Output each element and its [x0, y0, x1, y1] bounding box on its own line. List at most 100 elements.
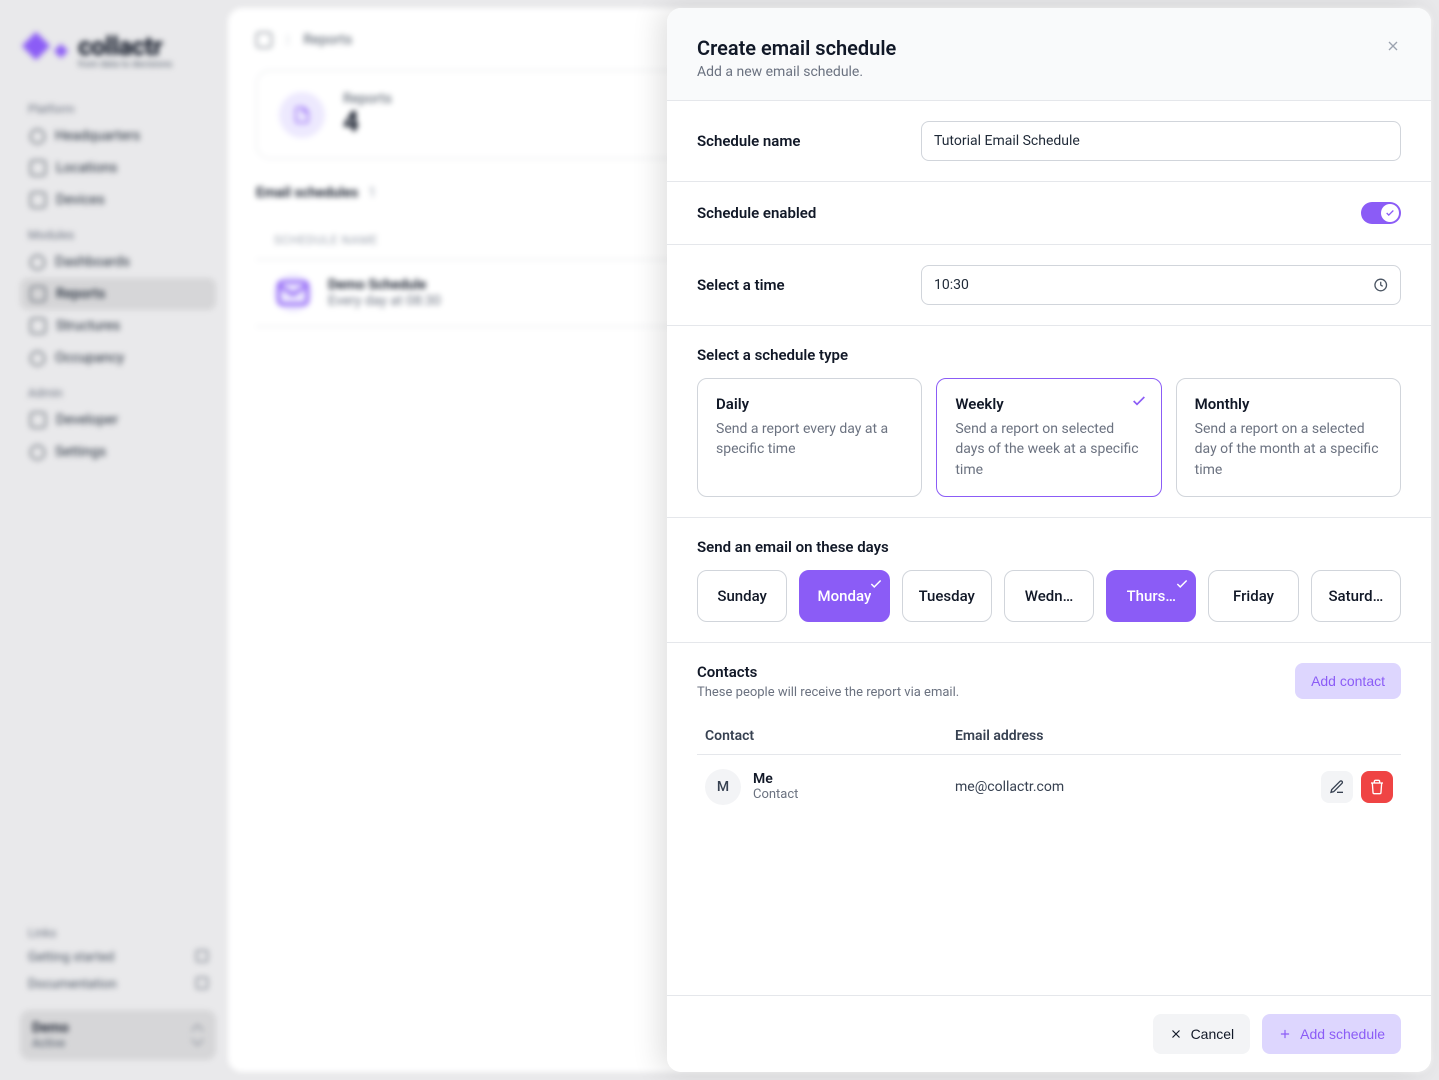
close-icon — [1385, 38, 1401, 54]
edit-contact-button[interactable] — [1321, 771, 1353, 803]
type-title-weekly: Weekly — [955, 395, 1142, 413]
chevron-updown-icon — [190, 1026, 204, 1044]
sidebar-label-links: Links — [20, 914, 216, 944]
modal-body: Schedule name Schedule enabled Select a … — [667, 101, 1431, 995]
type-card-weekly[interactable]: Weekly Send a report on selected days of… — [936, 378, 1161, 497]
input-time[interactable] — [934, 277, 1373, 293]
day-chip-wednesday[interactable]: Wedn… — [1004, 570, 1094, 622]
structures-icon — [30, 318, 46, 334]
day-chip-tuesday[interactable]: Tuesday — [902, 570, 992, 622]
section-days: Send an email on these days Sunday Monda… — [667, 518, 1431, 643]
section-schedule-name: Schedule name — [667, 101, 1431, 182]
modal-header: Create email schedule Add a new email sc… — [667, 8, 1431, 101]
cancel-button[interactable]: Cancel — [1153, 1014, 1251, 1054]
day-chip-saturday[interactable]: Saturd… — [1311, 570, 1401, 622]
contact-role: Contact — [753, 787, 798, 802]
check-icon — [1385, 208, 1395, 218]
dashboard-icon — [30, 255, 45, 270]
sidebar-item-locations[interactable]: Locations — [20, 152, 216, 184]
edit-icon — [1329, 779, 1345, 795]
org-status: Active — [32, 1036, 69, 1050]
contacts-table: Contact Email address M Me Contact me@co… — [697, 718, 1401, 819]
contact-email: me@collactr.com — [955, 779, 1303, 795]
day-chip-sunday[interactable]: Sunday — [697, 570, 787, 622]
sidebar-label-admin: Admin — [20, 374, 216, 404]
add-contact-button[interactable]: Add contact — [1295, 663, 1401, 699]
trash-icon — [1369, 779, 1385, 795]
external-link-icon — [196, 977, 208, 989]
code-icon — [30, 412, 46, 428]
modal-footer: Cancel Add schedule — [667, 995, 1431, 1072]
sidebar-item-structures[interactable]: Structures — [20, 310, 216, 342]
mail-icon — [274, 274, 312, 312]
close-icon — [1169, 1027, 1183, 1041]
type-desc-daily: Send a report every day at a specific ti… — [716, 419, 903, 460]
sidebar-link-documentation[interactable]: Documentation — [20, 971, 216, 998]
sidebar: collactr from data to decisions Platform… — [8, 8, 228, 1072]
gear-icon — [30, 445, 45, 460]
check-icon — [1175, 577, 1189, 595]
sidebar-item-devices[interactable]: Devices — [20, 184, 216, 216]
col-email: Email address — [955, 728, 1303, 744]
label-schedule-type: Select a schedule type — [697, 346, 1401, 364]
sidebar-item-developer[interactable]: Developer — [20, 404, 216, 436]
sidebar-toggle-icon[interactable] — [256, 32, 272, 48]
day-chip-friday[interactable]: Friday — [1208, 570, 1298, 622]
toggle-knob — [1381, 204, 1399, 222]
check-icon — [1131, 393, 1147, 413]
reports-icon — [30, 286, 46, 302]
stat-label: Reports — [343, 91, 392, 107]
sidebar-item-headquarters[interactable]: Headquarters — [20, 120, 216, 152]
avatar: M — [705, 769, 741, 805]
breadcrumb-current: Reports — [303, 32, 352, 48]
check-icon — [869, 577, 883, 595]
sidebar-label-platform: Platform — [20, 90, 216, 120]
day-chip-thursday[interactable]: Thurs… — [1106, 570, 1196, 622]
contact-row: M Me Contact me@collactr.com — [697, 755, 1401, 819]
create-schedule-modal: Create email schedule Add a new email sc… — [667, 8, 1431, 1072]
input-time-wrapper[interactable] — [921, 265, 1401, 305]
home-icon — [30, 129, 45, 144]
org-switcher[interactable]: Demo Active — [20, 1010, 216, 1060]
section-schedule-type: Select a schedule type Daily Send a repo… — [667, 326, 1431, 518]
stat-card-reports: Reports 4 — [256, 70, 736, 159]
contacts-table-head: Contact Email address — [697, 718, 1401, 755]
type-title-daily: Daily — [716, 395, 903, 413]
label-schedule-enabled: Schedule enabled — [697, 204, 816, 222]
org-name: Demo — [32, 1020, 69, 1036]
label-select-time: Select a time — [697, 276, 785, 294]
type-card-daily[interactable]: Daily Send a report every day at a speci… — [697, 378, 922, 497]
label-days: Send an email on these days — [697, 538, 1401, 556]
brand-mark-icon — [26, 30, 68, 72]
external-link-icon — [196, 950, 208, 962]
label-contacts: Contacts — [697, 663, 959, 681]
close-button[interactable] — [1379, 32, 1407, 60]
section-contacts: Contacts These people will receive the r… — [667, 643, 1431, 839]
occupancy-icon — [30, 351, 45, 366]
col-contact: Contact — [705, 728, 955, 744]
document-icon — [279, 92, 325, 138]
input-schedule-name[interactable] — [921, 121, 1401, 161]
schedule-row-name: Demo Schedule — [328, 277, 441, 293]
contact-name: Me — [753, 771, 798, 787]
brand-name: collactr — [78, 32, 172, 62]
type-desc-monthly: Send a report on a selected day of the m… — [1195, 419, 1382, 480]
toggle-schedule-enabled[interactable] — [1361, 202, 1401, 224]
sidebar-item-occupancy[interactable]: Occupancy — [20, 342, 216, 374]
devices-icon — [30, 192, 46, 208]
sidebar-item-settings[interactable]: Settings — [20, 436, 216, 468]
day-chip-monday[interactable]: Monday — [799, 570, 889, 622]
type-desc-weekly: Send a report on selected days of the we… — [955, 419, 1142, 480]
plus-icon — [1278, 1027, 1292, 1041]
sidebar-item-dashboards[interactable]: Dashboards — [20, 246, 216, 278]
location-icon — [30, 160, 46, 176]
type-card-monthly[interactable]: Monthly Send a report on a selected day … — [1176, 378, 1401, 497]
stat-value: 4 — [343, 105, 392, 138]
brand-tagline: from data to decisions — [78, 60, 172, 70]
delete-contact-button[interactable] — [1361, 771, 1393, 803]
sidebar-item-reports[interactable]: Reports — [20, 278, 216, 310]
sidebar-link-getting-started[interactable]: Getting started — [20, 944, 216, 971]
add-schedule-button[interactable]: Add schedule — [1262, 1014, 1401, 1054]
type-title-monthly: Monthly — [1195, 395, 1382, 413]
brand-logo: collactr from data to decisions — [20, 30, 216, 90]
